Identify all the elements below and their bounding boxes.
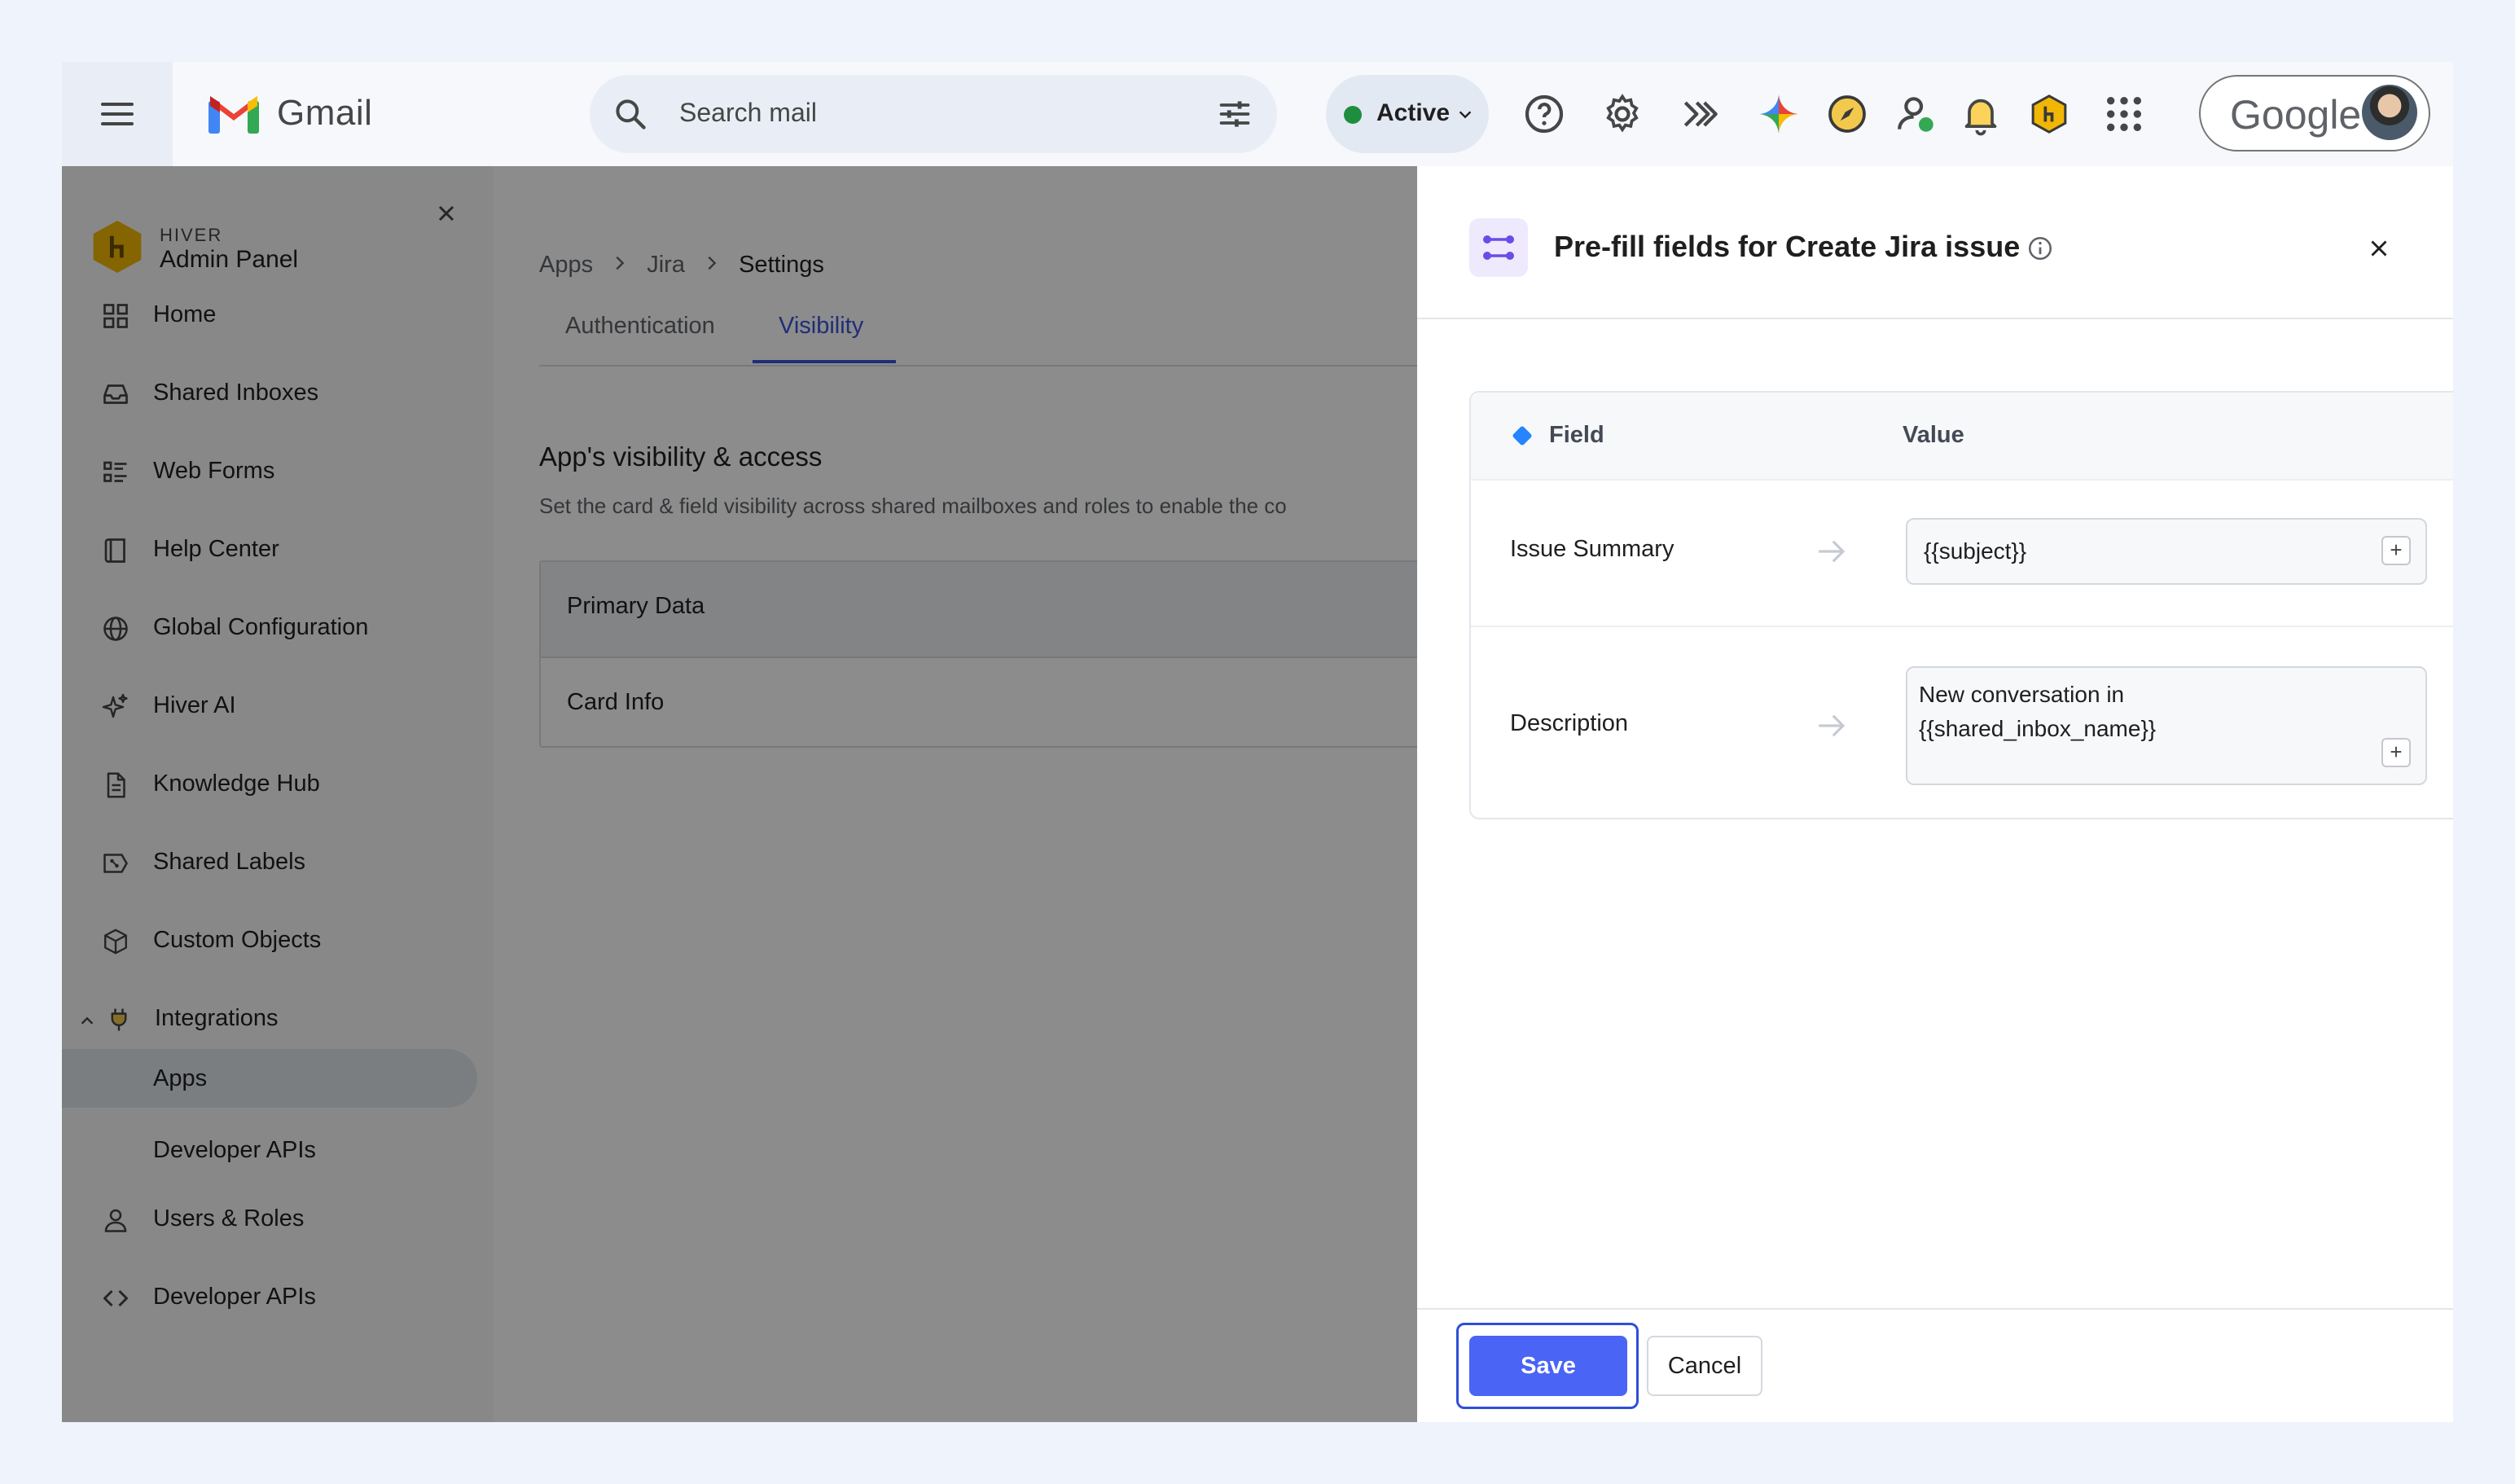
arrow-right-icon (1819, 540, 1846, 563)
insert-placeholder-button[interactable]: + (2381, 738, 2411, 767)
google-account-label: Google (2230, 92, 2362, 138)
hamburger-icon (101, 103, 134, 125)
modal-backdrop[interactable] (62, 166, 1417, 1422)
input-value-line: New conversation in (1919, 682, 2125, 707)
hiver-extension-icon[interactable] (2026, 91, 2072, 137)
gmail-topbar: Gmail Search mail Active Google (62, 62, 2453, 166)
field-name: Issue Summary (1510, 536, 1674, 562)
field-name: Description (1510, 710, 1629, 736)
search-input[interactable]: Search mail (679, 98, 817, 128)
search-options-icon[interactable] (1217, 96, 1253, 132)
cancel-button[interactable]: Cancel (1647, 1336, 1762, 1396)
gmail-logo-icon (208, 96, 259, 134)
description-input[interactable]: New conversation in {{shared_inbox_name}… (1906, 666, 2427, 785)
column-header-value: Value (1903, 422, 1964, 448)
save-button[interactable]: Save (1469, 1336, 1627, 1396)
table-header: Field Value (1471, 393, 2453, 481)
prefill-panel: Pre-fill fields for Create Jira issue Fi… (1417, 166, 2453, 1422)
panel-header: Pre-fill fields for Create Jira issue (1417, 166, 2453, 319)
panel-title: Pre-fill fields for Create Jira issue (1554, 230, 2021, 263)
input-value-line: {{shared_inbox_name}} (1919, 716, 2157, 741)
main-menu-button[interactable] (62, 62, 173, 166)
notification-bell-icon[interactable] (1958, 91, 2004, 137)
google-account-button[interactable]: Google (2199, 75, 2430, 151)
gmail-app-name: Gmail (277, 93, 373, 133)
jira-icon (1512, 425, 1533, 446)
chevron-down-icon (1459, 111, 1472, 119)
insert-placeholder-button[interactable]: + (2381, 536, 2411, 565)
field-mapping-table: Field Value Issue Summary {{subject}} + … (1469, 391, 2453, 819)
issue-summary-input[interactable]: {{subject}} + (1906, 518, 2427, 585)
search-bar[interactable]: Search mail (590, 75, 1277, 153)
user-status-icon[interactable] (1893, 91, 1938, 137)
gemini-sparkle-icon[interactable] (1756, 91, 1802, 137)
app-frame: Gmail Search mail Active Google HIVER Ad… (62, 62, 2453, 1422)
table-row: Description New conversation in {{shared… (1471, 627, 2453, 814)
avatar[interactable] (2362, 85, 2417, 140)
info-icon[interactable] (2026, 235, 2054, 262)
compass-icon[interactable] (1824, 91, 1870, 137)
column-header-field: Field (1549, 422, 1604, 448)
input-value: New conversation in {{shared_inbox_name}… (1919, 678, 2359, 746)
panel-footer: Save Cancel (1417, 1308, 2453, 1422)
hiver-shortcut-icon[interactable] (1678, 91, 1723, 137)
status-dot-icon (1344, 106, 1362, 124)
table-row: Issue Summary {{subject}} + (1471, 479, 2453, 627)
search-icon[interactable] (612, 96, 648, 132)
status-dropdown[interactable]: Active (1326, 75, 1489, 153)
help-icon[interactable] (1521, 91, 1567, 137)
input-value: {{subject}} (1924, 538, 2027, 564)
prefill-icon (1469, 218, 1528, 277)
close-icon[interactable] (2365, 235, 2393, 262)
status-label: Active (1376, 99, 1451, 126)
apps-grid-icon[interactable] (2101, 91, 2147, 137)
settings-gear-icon[interactable] (1600, 91, 1645, 137)
arrow-right-icon (1819, 714, 1846, 737)
